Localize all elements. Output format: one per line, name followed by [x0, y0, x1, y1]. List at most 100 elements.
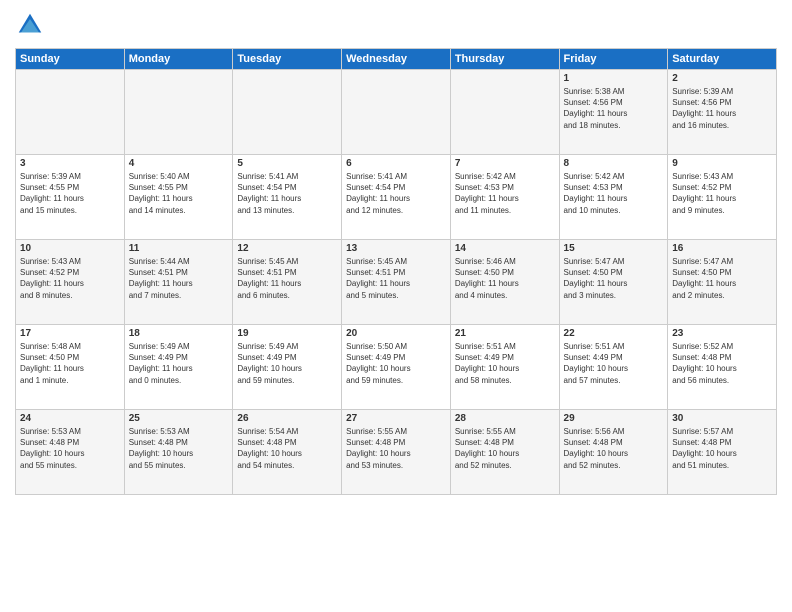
- day-header-wednesday: Wednesday: [342, 49, 451, 70]
- day-number: 10: [20, 243, 120, 254]
- day-info: Sunrise: 5:45 AM Sunset: 4:51 PM Dayligh…: [237, 256, 337, 301]
- day-header-friday: Friday: [559, 49, 668, 70]
- day-info: Sunrise: 5:50 AM Sunset: 4:49 PM Dayligh…: [346, 341, 446, 386]
- header: [15, 10, 777, 40]
- day-number: 7: [455, 158, 555, 169]
- day-info: Sunrise: 5:55 AM Sunset: 4:48 PM Dayligh…: [346, 426, 446, 471]
- day-info: Sunrise: 5:43 AM Sunset: 4:52 PM Dayligh…: [20, 256, 120, 301]
- day-number: 6: [346, 158, 446, 169]
- logo-icon: [15, 10, 45, 40]
- day-cell: 19 Sunrise: 5:49 AM Sunset: 4:49 PM Dayli…: [233, 325, 342, 410]
- day-cell: 23Sunrise: 5:52 AM Sunset: 4:48 PM Dayli…: [668, 325, 777, 410]
- day-number: 16: [672, 243, 772, 254]
- day-number: 30: [672, 413, 772, 424]
- day-header-thursday: Thursday: [450, 49, 559, 70]
- day-cell: 3 Sunrise: 5:39 AM Sunset: 4:55 PM Daylig…: [16, 155, 125, 240]
- day-header-sunday: Sunday: [16, 49, 125, 70]
- logo: [15, 10, 49, 40]
- page-container: SundayMondayTuesdayWednesdayThursdayFrid…: [0, 0, 792, 500]
- day-info: Sunrise: 5:52 AM Sunset: 4:48 PM Dayligh…: [672, 341, 772, 386]
- day-cell: [342, 70, 451, 155]
- calendar-table: SundayMondayTuesdayWednesdayThursdayFrid…: [15, 48, 777, 495]
- day-cell: 4Sunrise: 5:40 AM Sunset: 4:55 PM Daylig…: [124, 155, 233, 240]
- week-row-4: 17 Sunrise: 5:48 AM Sunset: 4:50 PM Dayli…: [16, 325, 777, 410]
- day-cell: 11 Sunrise: 5:44 AM Sunset: 4:51 PM Dayli…: [124, 240, 233, 325]
- day-number: 9: [672, 158, 772, 169]
- day-number: 22: [564, 328, 664, 339]
- day-info: Sunrise: 5:41 AM Sunset: 4:54 PM Dayligh…: [237, 171, 337, 216]
- day-info: Sunrise: 5:56 AM Sunset: 4:48 PM Dayligh…: [564, 426, 664, 471]
- day-number: 29: [564, 413, 664, 424]
- day-info: Sunrise: 5:54 AM Sunset: 4:48 PM Dayligh…: [237, 426, 337, 471]
- header-row: SundayMondayTuesdayWednesdayThursdayFrid…: [16, 49, 777, 70]
- day-cell: 7 Sunrise: 5:42 AM Sunset: 4:53 PM Daylig…: [450, 155, 559, 240]
- day-header-saturday: Saturday: [668, 49, 777, 70]
- day-cell: [124, 70, 233, 155]
- day-info: Sunrise: 5:39 AM Sunset: 4:56 PM Dayligh…: [672, 86, 772, 131]
- day-cell: 18 Sunrise: 5:49 AM Sunset: 4:49 PM Dayli…: [124, 325, 233, 410]
- day-number: 3: [20, 158, 120, 169]
- day-cell: 28 Sunrise: 5:55 AM Sunset: 4:48 PM Dayli…: [450, 410, 559, 495]
- day-number: 18: [129, 328, 229, 339]
- day-cell: 2 Sunrise: 5:39 AM Sunset: 4:56 PM Daylig…: [668, 70, 777, 155]
- week-row-5: 24 Sunrise: 5:53 AM Sunset: 4:48 PM Dayli…: [16, 410, 777, 495]
- day-cell: 25 Sunrise: 5:53 AM Sunset: 4:48 PM Dayli…: [124, 410, 233, 495]
- day-number: 4: [129, 158, 229, 169]
- day-info: Sunrise: 5:44 AM Sunset: 4:51 PM Dayligh…: [129, 256, 229, 301]
- day-info: Sunrise: 5:47 AM Sunset: 4:50 PM Dayligh…: [672, 256, 772, 301]
- day-info: Sunrise: 5:53 AM Sunset: 4:48 PM Dayligh…: [20, 426, 120, 471]
- day-header-tuesday: Tuesday: [233, 49, 342, 70]
- day-number: 2: [672, 73, 772, 84]
- day-cell: 13 Sunrise: 5:45 AM Sunset: 4:51 PM Dayli…: [342, 240, 451, 325]
- day-info: Sunrise: 5:41 AM Sunset: 4:54 PM Dayligh…: [346, 171, 446, 216]
- day-info: Sunrise: 5:48 AM Sunset: 4:50 PM Dayligh…: [20, 341, 120, 386]
- day-number: 21: [455, 328, 555, 339]
- day-info: Sunrise: 5:57 AM Sunset: 4:48 PM Dayligh…: [672, 426, 772, 471]
- day-number: 17: [20, 328, 120, 339]
- day-cell: 16 Sunrise: 5:47 AM Sunset: 4:50 PM Dayli…: [668, 240, 777, 325]
- day-number: 13: [346, 243, 446, 254]
- day-cell: 1Sunrise: 5:38 AM Sunset: 4:56 PM Daylig…: [559, 70, 668, 155]
- week-row-2: 3 Sunrise: 5:39 AM Sunset: 4:55 PM Daylig…: [16, 155, 777, 240]
- day-info: Sunrise: 5:38 AM Sunset: 4:56 PM Dayligh…: [564, 86, 664, 131]
- day-cell: 8 Sunrise: 5:42 AM Sunset: 4:53 PM Daylig…: [559, 155, 668, 240]
- day-info: Sunrise: 5:55 AM Sunset: 4:48 PM Dayligh…: [455, 426, 555, 471]
- day-cell: 10 Sunrise: 5:43 AM Sunset: 4:52 PM Dayli…: [16, 240, 125, 325]
- day-header-monday: Monday: [124, 49, 233, 70]
- day-number: 5: [237, 158, 337, 169]
- day-info: Sunrise: 5:49 AM Sunset: 4:49 PM Dayligh…: [129, 341, 229, 386]
- day-number: 28: [455, 413, 555, 424]
- day-cell: 29 Sunrise: 5:56 AM Sunset: 4:48 PM Dayli…: [559, 410, 668, 495]
- day-info: Sunrise: 5:43 AM Sunset: 4:52 PM Dayligh…: [672, 171, 772, 216]
- day-cell: 6 Sunrise: 5:41 AM Sunset: 4:54 PM Daylig…: [342, 155, 451, 240]
- day-number: 11: [129, 243, 229, 254]
- day-cell: [450, 70, 559, 155]
- day-cell: 27 Sunrise: 5:55 AM Sunset: 4:48 PM Dayli…: [342, 410, 451, 495]
- day-info: Sunrise: 5:49 AM Sunset: 4:49 PM Dayligh…: [237, 341, 337, 386]
- day-info: Sunrise: 5:51 AM Sunset: 4:49 PM Dayligh…: [564, 341, 664, 386]
- day-info: Sunrise: 5:42 AM Sunset: 4:53 PM Dayligh…: [455, 171, 555, 216]
- day-number: 19: [237, 328, 337, 339]
- day-number: 20: [346, 328, 446, 339]
- day-cell: [16, 70, 125, 155]
- day-number: 15: [564, 243, 664, 254]
- day-number: 27: [346, 413, 446, 424]
- day-info: Sunrise: 5:45 AM Sunset: 4:51 PM Dayligh…: [346, 256, 446, 301]
- day-cell: 24 Sunrise: 5:53 AM Sunset: 4:48 PM Dayli…: [16, 410, 125, 495]
- day-cell: 30 Sunrise: 5:57 AM Sunset: 4:48 PM Dayli…: [668, 410, 777, 495]
- day-cell: 20 Sunrise: 5:50 AM Sunset: 4:49 PM Dayli…: [342, 325, 451, 410]
- day-info: Sunrise: 5:53 AM Sunset: 4:48 PM Dayligh…: [129, 426, 229, 471]
- day-info: Sunrise: 5:39 AM Sunset: 4:55 PM Dayligh…: [20, 171, 120, 216]
- day-cell: 12 Sunrise: 5:45 AM Sunset: 4:51 PM Dayli…: [233, 240, 342, 325]
- week-row-3: 10 Sunrise: 5:43 AM Sunset: 4:52 PM Dayli…: [16, 240, 777, 325]
- day-cell: [233, 70, 342, 155]
- day-cell: 22 Sunrise: 5:51 AM Sunset: 4:49 PM Dayli…: [559, 325, 668, 410]
- day-number: 8: [564, 158, 664, 169]
- day-number: 12: [237, 243, 337, 254]
- day-cell: 5 Sunrise: 5:41 AM Sunset: 4:54 PM Daylig…: [233, 155, 342, 240]
- day-info: Sunrise: 5:47 AM Sunset: 4:50 PM Dayligh…: [564, 256, 664, 301]
- day-number: 25: [129, 413, 229, 424]
- day-number: 24: [20, 413, 120, 424]
- day-info: Sunrise: 5:42 AM Sunset: 4:53 PM Dayligh…: [564, 171, 664, 216]
- day-number: 26: [237, 413, 337, 424]
